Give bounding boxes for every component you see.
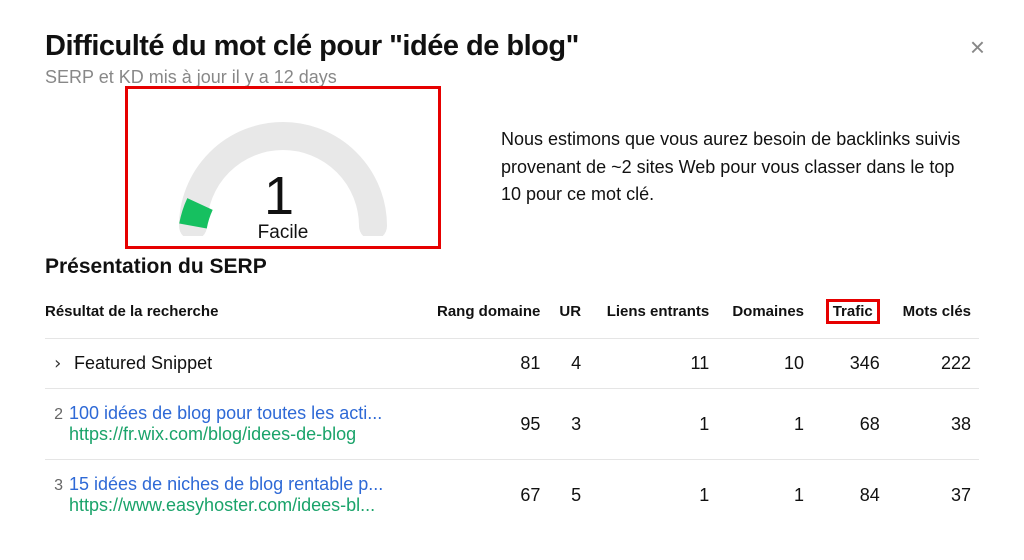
table-row[interactable]: 3 15 idées de niches de blog rentable p..…: [45, 460, 979, 531]
cell-keywords: 37: [888, 460, 979, 531]
cell-ur: 3: [548, 389, 589, 460]
cell-backlinks: 11: [589, 339, 717, 389]
page-title: Difficulté du mot clé pour "idée de blog…: [45, 30, 979, 63]
difficulty-value: 1: [168, 169, 390, 223]
cell-domains: 1: [717, 389, 812, 460]
traffic-highlight: Trafic: [826, 299, 880, 324]
result-cell: › Featured Snippet: [45, 339, 419, 389]
cell-keywords: 38: [888, 389, 979, 460]
col-keywords: Mots clés: [888, 295, 979, 339]
serp-table: Résultat de la recherche Rang domaine UR…: [45, 295, 979, 530]
cell-keywords: 222: [888, 339, 979, 389]
difficulty-label: Facile: [168, 222, 398, 244]
difficulty-gauge: 1 Facile: [168, 91, 398, 246]
col-backlinks: Liens entrants: [589, 295, 717, 339]
backlink-estimate-text: Nous estimons que vous aurez besoin de b…: [501, 126, 979, 210]
result-cell: 3 15 idées de niches de blog rentable p..…: [45, 460, 419, 531]
result-url-link[interactable]: https://www.easyhoster.com/idees-bl...: [69, 495, 375, 515]
cell-traffic: 346: [812, 339, 888, 389]
cell-domains: 10: [717, 339, 812, 389]
rank-number: 2: [45, 406, 63, 424]
table-row[interactable]: › Featured Snippet8141110346222: [45, 339, 979, 389]
cell-ur: 4: [548, 339, 589, 389]
cell-ur: 5: [548, 460, 589, 531]
result-url-link[interactable]: https://fr.wix.com/blog/idees-de-blog: [69, 424, 356, 444]
result-title-plain: Featured Snippet: [69, 353, 212, 373]
close-button[interactable]: ×: [970, 34, 985, 60]
cell-dr: 67: [419, 460, 548, 531]
col-domains: Domaines: [717, 295, 812, 339]
difficulty-gauge-highlight: 1 Facile: [125, 86, 441, 249]
cell-traffic: 68: [812, 389, 888, 460]
cell-dr: 81: [419, 339, 548, 389]
col-dr: Rang domaine: [419, 295, 548, 339]
serp-heading: Présentation du SERP: [45, 255, 979, 279]
result-title-link[interactable]: 100 idées de blog pour toutes les acti..…: [69, 403, 382, 423]
result-cell: 2 100 idées de blog pour toutes les acti.…: [45, 389, 419, 460]
expand-chevron-icon[interactable]: ›: [45, 353, 63, 374]
result-title-link[interactable]: 15 idées de niches de blog rentable p...: [69, 474, 383, 494]
col-result: Résultat de la recherche: [45, 295, 419, 339]
col-traffic: Trafic: [812, 295, 888, 339]
cell-domains: 1: [717, 460, 812, 531]
cell-traffic: 84: [812, 460, 888, 531]
cell-backlinks: 1: [589, 460, 717, 531]
cell-backlinks: 1: [589, 389, 717, 460]
cell-dr: 95: [419, 389, 548, 460]
rank-number: 3: [45, 477, 63, 495]
table-row[interactable]: 2 100 idées de blog pour toutes les acti.…: [45, 389, 979, 460]
col-ur: UR: [548, 295, 589, 339]
update-subtitle: SERP et KD mis à jour il y a 12 days: [45, 67, 979, 88]
